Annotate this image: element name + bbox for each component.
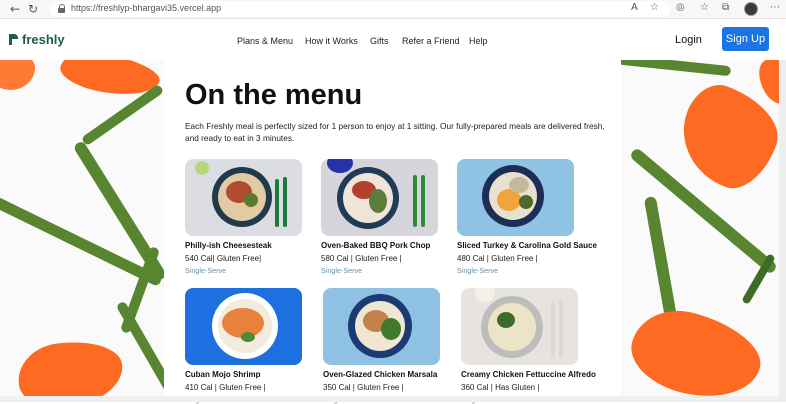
nav-refer-a-friend[interactable]: Refer a Friend	[402, 36, 460, 46]
nav-plans-menu[interactable]: Plans & Menu	[237, 36, 293, 46]
green-bean-image	[115, 300, 164, 402]
meal-image[interactable]	[185, 288, 302, 365]
menu-section: On the menu Each Freshly meal is perfect…	[164, 60, 621, 404]
nav-help[interactable]: Help	[469, 36, 488, 46]
meal-serving: Single-Serve	[321, 266, 363, 275]
menu-description: Each Freshly meal is perfectly sized for…	[185, 121, 605, 143]
favorite-icon[interactable]: ☆	[650, 2, 659, 13]
meal-info: 540 Cal| Gluten Free|	[185, 254, 262, 263]
site-header: freshly Plans & Menu How it Works Gifts …	[0, 19, 786, 60]
meal-image[interactable]	[457, 159, 574, 236]
carrot-image	[13, 335, 128, 402]
more-icon[interactable]: ⋯	[770, 2, 780, 13]
logo-mark-icon	[9, 34, 18, 45]
horizontal-scrollbar[interactable]	[0, 396, 779, 402]
right-vegetables-background	[621, 60, 786, 402]
meal-title[interactable]: Philly-ish Cheesesteak	[185, 241, 272, 250]
vertical-scrollbar[interactable]	[779, 60, 786, 402]
page-title: On the menu	[185, 79, 363, 111]
reload-icon[interactable]: ↻	[26, 2, 40, 16]
meal-info: 480 Cal | Gluten Free |	[457, 254, 538, 263]
meal-image[interactable]	[323, 288, 440, 365]
meal-title[interactable]: Oven-Glazed Chicken Marsala	[323, 370, 437, 379]
left-vegetables-background	[0, 60, 164, 402]
meal-info: 360 Cal | Has Gluten |	[461, 383, 540, 392]
meal-info: 350 Cal | Gluten Free |	[323, 383, 404, 392]
meal-image[interactable]	[185, 159, 302, 236]
collections-icon[interactable]: ⧉	[722, 2, 729, 13]
meal-serving: Single-Serve	[457, 266, 499, 275]
meal-title[interactable]: Oven-Baked BBQ Pork Chop	[321, 241, 430, 250]
profile-avatar[interactable]	[744, 2, 758, 16]
browser-toolbar: ← ↻ https://freshlyp-bhargavi35.vercel.a…	[0, 0, 786, 19]
carrot-image	[0, 60, 35, 90]
address-bar[interactable]: https://freshlyp-bhargavi35.vercel.app	[50, 1, 670, 17]
url-text: https://freshlyp-bhargavi35.vercel.app	[71, 3, 222, 13]
meal-title[interactable]: Creamy Chicken Fettuccine Alfredo	[461, 370, 596, 379]
nav-how-it-works[interactable]: How it Works	[305, 36, 358, 46]
meal-image[interactable]	[461, 288, 578, 365]
signup-button[interactable]: Sign Up	[722, 27, 769, 51]
back-arrow-icon[interactable]: ←	[8, 2, 22, 16]
nav-gifts[interactable]: Gifts	[370, 36, 389, 46]
login-link[interactable]: Login	[675, 34, 702, 46]
meal-info: 580 Cal | Gluten Free |	[321, 254, 402, 263]
meal-info: 410 Cal | Gluten Free |	[185, 383, 266, 392]
lock-icon	[58, 4, 66, 13]
meal-serving: Single-Serve	[185, 266, 227, 275]
read-aloud-icon[interactable]: A	[631, 2, 638, 13]
favorites-list-icon[interactable]: ☆	[700, 2, 709, 13]
carrot-image	[622, 299, 770, 402]
meal-title[interactable]: Cuban Mojo Shrimp	[185, 370, 261, 379]
meal-image[interactable]	[321, 159, 438, 236]
extensions-icon[interactable]: ◎	[676, 2, 685, 13]
meal-title[interactable]: Sliced Turkey & Carolina Gold Sauce	[457, 241, 597, 250]
green-bean-image	[643, 195, 679, 327]
logo-text: freshly	[22, 32, 65, 47]
freshly-logo[interactable]: freshly	[9, 32, 65, 47]
green-bean-image	[621, 60, 732, 77]
